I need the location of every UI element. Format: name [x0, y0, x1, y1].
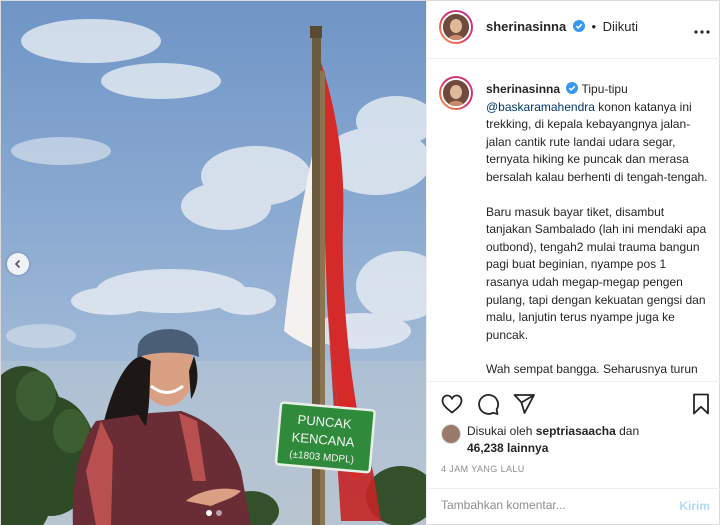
share-button[interactable]	[512, 392, 536, 416]
avatar[interactable]	[439, 10, 473, 44]
comments-scroll-area[interactable]: sherinasinna Tipu-tipu @baskaramahendra …	[427, 59, 720, 381]
carousel-indicator	[1, 510, 426, 516]
post-header: sherinasinna • Diikuti	[427, 1, 720, 59]
liker-username-link[interactable]: septriasaacha	[536, 424, 616, 438]
avatar-portrait	[443, 80, 469, 106]
hiking-summit-photo: PUNCAK KENCANA (±1803 MDPL)	[1, 1, 426, 525]
avatar[interactable]	[439, 76, 473, 110]
comment-icon	[478, 393, 499, 415]
likes-count-link[interactable]: 46,238	[467, 441, 504, 455]
post-comment-button[interactable]: Kirim	[679, 499, 710, 513]
post-timestamp[interactable]: 4 JAM YANG LALU	[441, 464, 525, 474]
likes-text: Disukai oleh septriasaacha dan 46,238 la…	[467, 423, 639, 457]
post-actions-section: Disukai oleh septriasaacha dan 46,238 la…	[427, 381, 720, 524]
following-button[interactable]: Diikuti	[603, 19, 638, 34]
verified-badge-icon	[566, 82, 579, 94]
comment-form: Kirim	[427, 488, 720, 524]
bookmark-icon	[693, 393, 709, 415]
like-button[interactable]	[440, 392, 464, 416]
more-horizontal-icon	[694, 30, 710, 34]
avatar-portrait	[443, 14, 469, 40]
username-link[interactable]: sherinasinna	[486, 19, 566, 34]
separator-dot: •	[591, 19, 597, 34]
carousel-dot-2	[215, 510, 222, 516]
likes-summary: Disukai oleh septriasaacha dan 46,238 la…	[441, 423, 639, 457]
comment-button[interactable]	[476, 392, 500, 416]
post-sidebar: sherinasinna • Diikuti sherinasinna Tipu…	[426, 1, 720, 525]
header-user-line: sherinasinna • Diikuti	[486, 19, 638, 34]
post-caption: sherinasinna Tipu-tipu @baskaramahendra …	[486, 81, 710, 381]
carousel-dot-1	[205, 510, 212, 516]
save-button[interactable]	[689, 392, 713, 416]
more-options-button[interactable]	[694, 21, 710, 39]
caption-paragraph-1: sherinasinna Tipu-tipu @baskaramahendra …	[486, 81, 710, 187]
liked-by-and: dan	[619, 424, 640, 438]
instagram-post-modal: PUNCAK KENCANA (±1803 MDPL) sherinasinna…	[0, 0, 720, 525]
heart-icon	[441, 394, 463, 414]
caption-paragraph-2: Baru masuk bayar tiket, disambut tanjaka…	[486, 204, 707, 342]
paper-plane-icon	[513, 394, 535, 414]
caption-intro: Tipu-tipu	[581, 82, 628, 96]
avatar-image	[441, 78, 471, 108]
liked-by-prefix: Disukai oleh	[467, 424, 533, 438]
liker-avatar[interactable]	[441, 424, 461, 444]
caption-paragraph-3: Wah sempat bangga. Seharusnya turun mah …	[486, 362, 698, 381]
verified-badge-icon	[572, 20, 585, 32]
chevron-left-icon	[14, 259, 21, 269]
post-photo: PUNCAK KENCANA (±1803 MDPL)	[1, 1, 426, 525]
comment-input[interactable]	[441, 498, 661, 512]
mention-link[interactable]: @baskaramahendra	[486, 100, 595, 114]
carousel-prev-button[interactable]	[7, 253, 29, 275]
avatar-image	[441, 12, 471, 42]
likes-suffix[interactable]: lainnya	[507, 441, 548, 455]
caption-username-link[interactable]: sherinasinna	[486, 82, 560, 96]
